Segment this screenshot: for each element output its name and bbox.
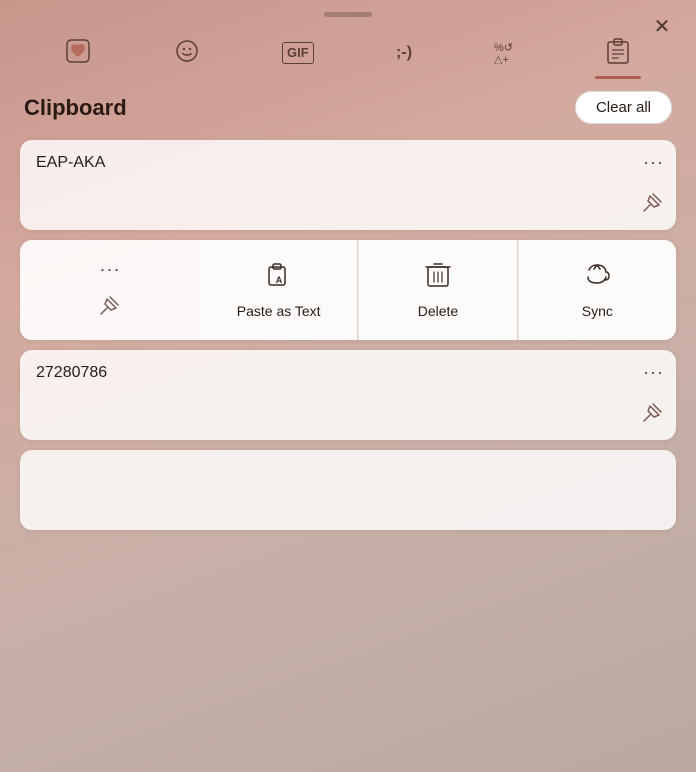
svg-text:A: A bbox=[275, 275, 282, 285]
sync-button[interactable]: Sync bbox=[518, 240, 676, 340]
tab-bar: GIF ;-) %↺ △+ bbox=[0, 25, 696, 75]
tab-stickers[interactable] bbox=[55, 32, 101, 74]
clipboard-item-4-partial bbox=[20, 450, 676, 530]
clipboard-item-2-expanded: ··· A bbox=[20, 240, 676, 340]
clip-item-2-left: ··· bbox=[20, 240, 200, 340]
drag-bar bbox=[324, 12, 372, 17]
stickers-icon bbox=[65, 38, 91, 68]
tab-clipboard[interactable] bbox=[595, 31, 641, 75]
svg-text:△+: △+ bbox=[494, 54, 509, 64]
clip-item-3-more-button[interactable]: ··· bbox=[643, 362, 664, 383]
paste-as-text-button[interactable]: A Paste as Text bbox=[200, 240, 357, 340]
delete-button[interactable]: Delete bbox=[358, 240, 516, 340]
clip-item-2-pin-button[interactable] bbox=[99, 294, 121, 321]
tab-symbols[interactable]: %↺ △+ bbox=[484, 32, 532, 74]
clipboard-item-3: 27280786 ··· bbox=[20, 350, 676, 440]
clip-item-2-actions: A Paste as Text bbox=[200, 240, 676, 340]
clipboard-panel: ✕ GIF bbox=[0, 0, 696, 772]
delete-label: Delete bbox=[418, 303, 458, 319]
drag-handle[interactable] bbox=[0, 0, 696, 25]
clip-item-1-text: EAP-AKA bbox=[36, 154, 105, 171]
clipboard-content: Clipboard Clear all EAP-AKA ··· ··· bbox=[0, 91, 696, 772]
clipboard-title: Clipboard bbox=[24, 95, 127, 121]
clear-all-button[interactable]: Clear all bbox=[575, 91, 672, 124]
clipboard-icon bbox=[605, 37, 631, 69]
sync-icon bbox=[583, 261, 611, 295]
tab-gif[interactable]: GIF bbox=[272, 36, 324, 70]
tab-kaomoji[interactable]: ;-) bbox=[386, 39, 422, 67]
delete-icon bbox=[425, 261, 451, 295]
clipboard-header: Clipboard Clear all bbox=[20, 91, 676, 124]
clip-item-3-pin-button[interactable] bbox=[642, 401, 664, 428]
paste-as-text-label: Paste as Text bbox=[237, 303, 321, 319]
clipboard-item-1: EAP-AKA ··· bbox=[20, 140, 676, 230]
tab-emoji[interactable] bbox=[164, 32, 210, 74]
sync-label: Sync bbox=[582, 303, 613, 319]
clip-item-1-more-button[interactable]: ··· bbox=[643, 152, 664, 173]
gif-icon: GIF bbox=[282, 42, 314, 64]
emoji-icon bbox=[174, 38, 200, 68]
close-button[interactable]: ✕ bbox=[646, 10, 678, 42]
svg-text:%↺: %↺ bbox=[494, 42, 513, 54]
symbols-icon: %↺ △+ bbox=[494, 38, 522, 68]
tab-active-indicator bbox=[595, 76, 641, 79]
clip-item-1-pin-button[interactable] bbox=[642, 191, 664, 218]
paste-as-text-icon: A bbox=[265, 261, 293, 295]
clip-item-3-text: 27280786 bbox=[36, 364, 107, 381]
clip-item-2-more-button[interactable]: ··· bbox=[100, 259, 121, 280]
kaomoji-icon: ;-) bbox=[396, 45, 412, 61]
